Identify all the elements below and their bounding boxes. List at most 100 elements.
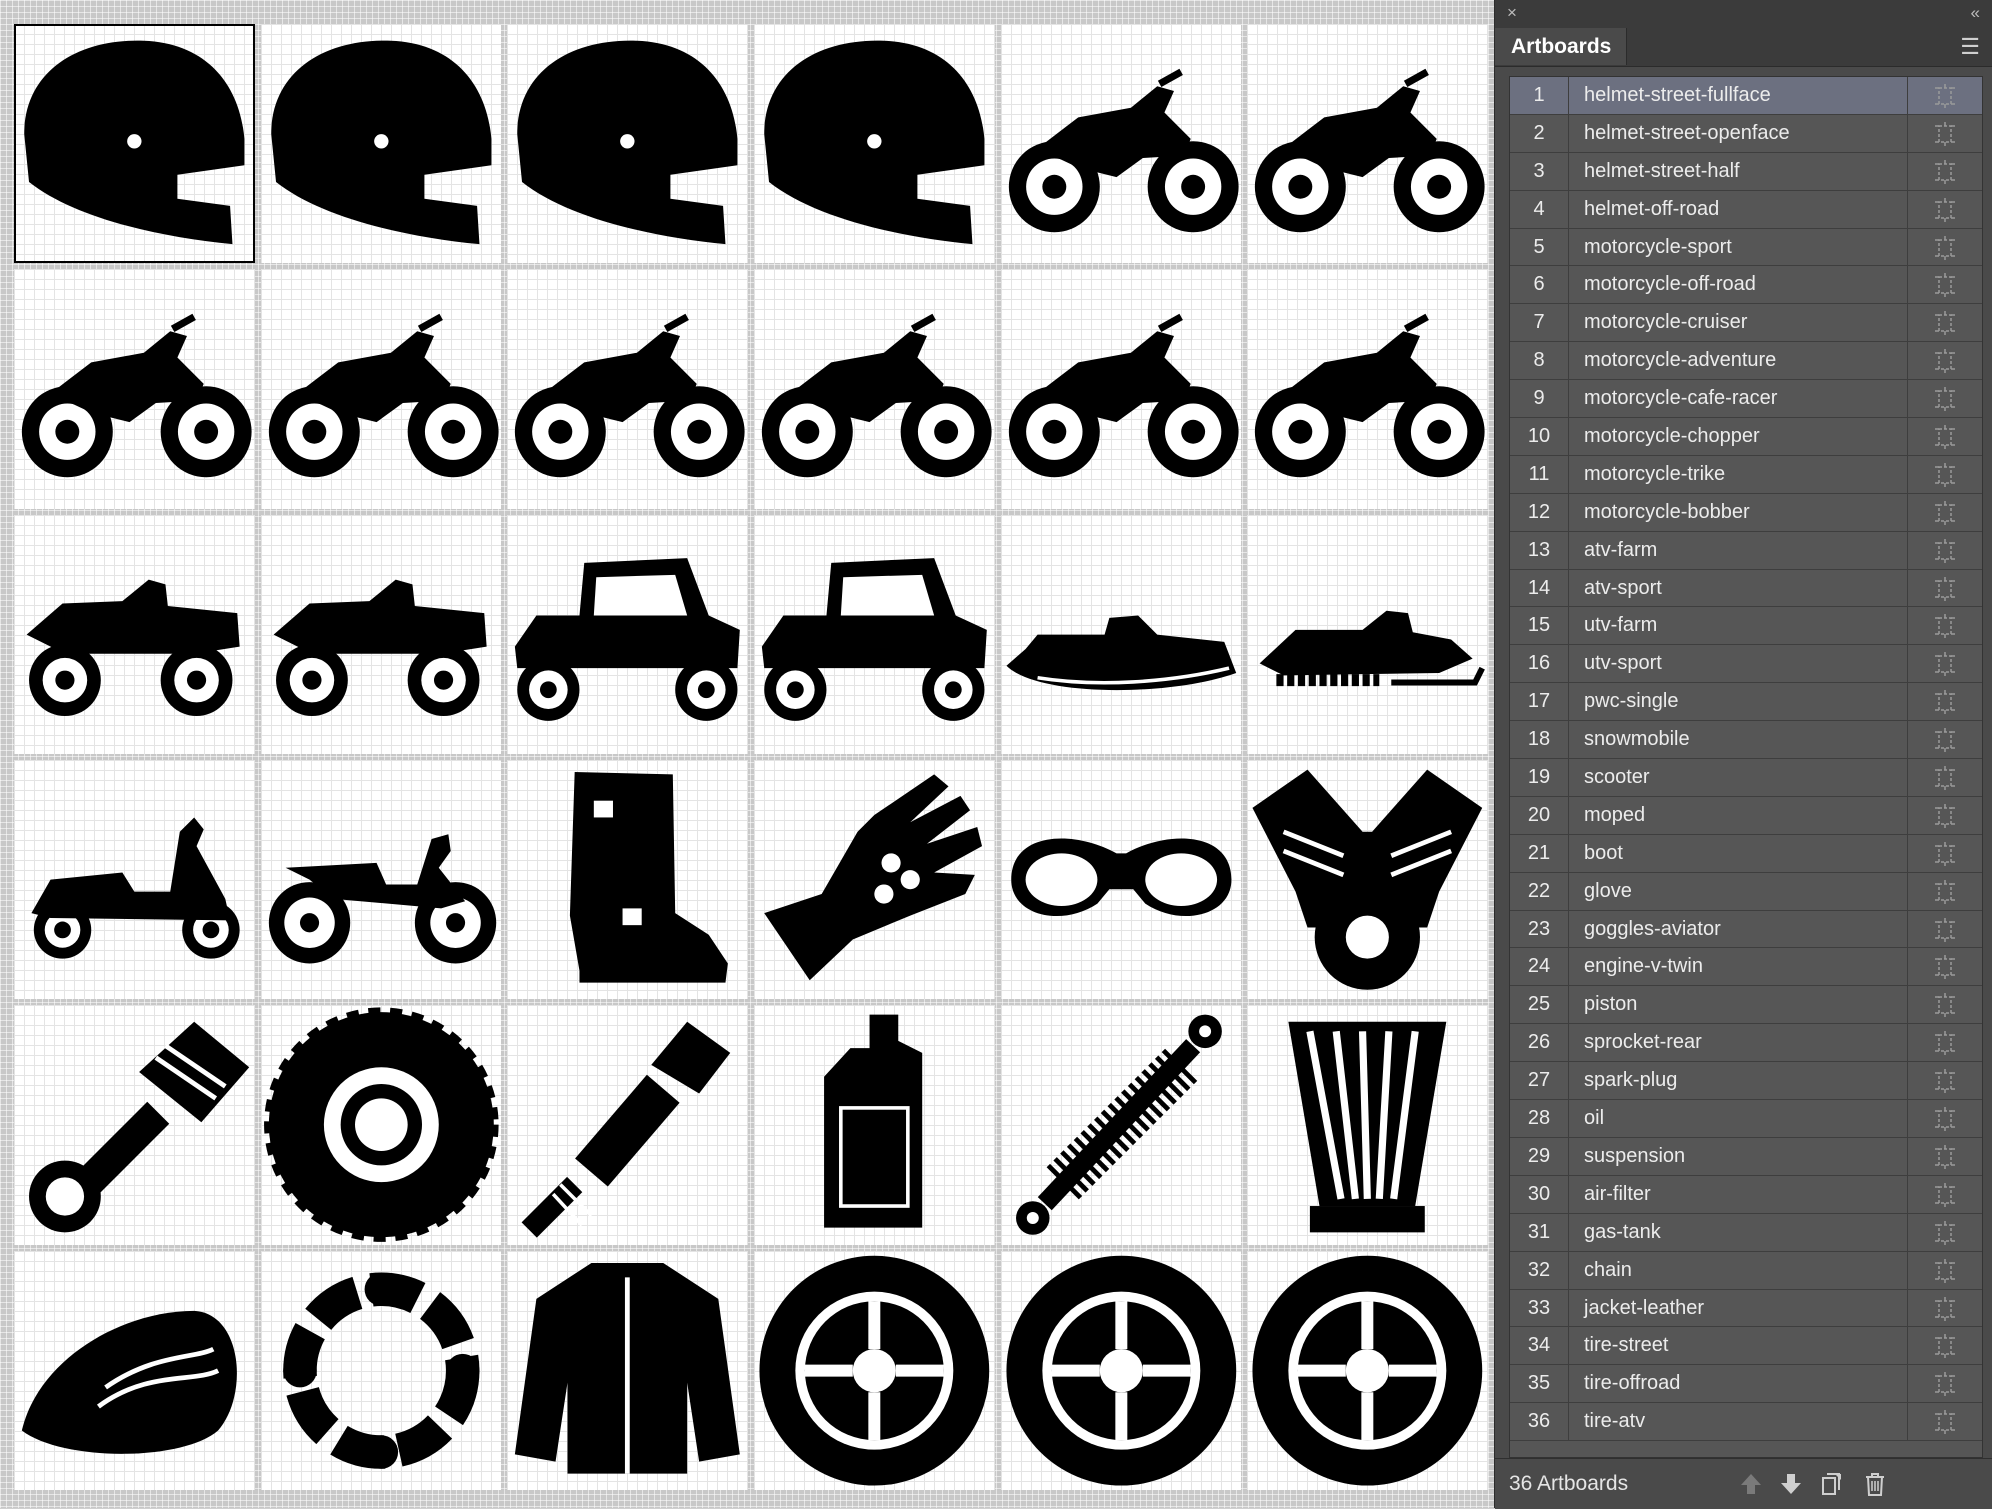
artboard-row[interactable]: 11 motorcycle-trike <box>1510 455 1982 494</box>
artboard-row[interactable]: 7 motorcycle-cruiser <box>1510 304 1982 343</box>
artboard-options-button[interactable] <box>1907 986 1982 1024</box>
artboard-name[interactable]: tire-offroad <box>1584 1365 1680 1402</box>
artboard-tile[interactable] <box>14 1250 255 1490</box>
artboard-options-button[interactable] <box>1907 190 1982 228</box>
artboard-tile[interactable] <box>507 269 748 509</box>
artboard-tile[interactable] <box>754 24 995 264</box>
artboard-name[interactable]: glove <box>1584 873 1632 910</box>
artboard-row[interactable]: 24 engine-v-twin <box>1510 948 1982 987</box>
artboard-row[interactable]: 25 piston <box>1510 986 1982 1025</box>
artboard-options-button[interactable] <box>1907 1251 1982 1289</box>
artboard-row[interactable]: 21 boot <box>1510 834 1982 873</box>
artboard-row[interactable]: 34 tire-street <box>1510 1327 1982 1366</box>
artboard-options-button[interactable] <box>1907 872 1982 910</box>
artboard-tile[interactable] <box>507 1250 748 1490</box>
move-down-button[interactable] <box>1777 1470 1805 1498</box>
artboard-tile[interactable] <box>1000 759 1242 1000</box>
artboard-tile[interactable] <box>754 1250 995 1490</box>
artboard-name[interactable]: helmet-street-half <box>1584 153 1740 190</box>
artboard-options-button[interactable] <box>1907 342 1982 380</box>
artboard-options-button[interactable] <box>1907 1403 1982 1441</box>
artboard-options-button[interactable] <box>1907 77 1982 114</box>
artboard-name[interactable]: motorcycle-cafe-racer <box>1584 380 1777 417</box>
artboard-options-button[interactable] <box>1907 910 1982 948</box>
artboard-tile[interactable] <box>507 1005 748 1245</box>
artboard-row[interactable]: 1 helmet-street-fullface <box>1510 77 1982 115</box>
artboard-tile[interactable] <box>260 269 502 509</box>
artboard-row[interactable]: 4 helmet-off-road <box>1510 190 1982 229</box>
artboard-row[interactable]: 22 glove <box>1510 872 1982 911</box>
artboard-row[interactable]: 28 oil <box>1510 1100 1982 1138</box>
artboard-tile[interactable] <box>507 759 748 1000</box>
artboard-options-button[interactable] <box>1907 759 1982 796</box>
artboard-row[interactable]: 20 moped <box>1510 796 1982 835</box>
artboard-options-button[interactable] <box>1907 948 1982 986</box>
artboard-tile[interactable] <box>14 514 255 754</box>
artboard-name[interactable]: atv-sport <box>1584 570 1662 607</box>
artboard-options-button[interactable] <box>1907 1062 1982 1100</box>
artboard-options-button[interactable] <box>1907 1365 1982 1403</box>
artboard-name[interactable]: chain <box>1584 1252 1632 1289</box>
artboard-row[interactable]: 6 motorcycle-off-road <box>1510 266 1982 305</box>
artboard-name[interactable]: motorcycle-adventure <box>1584 342 1776 379</box>
artboard-row[interactable]: 26 sprocket-rear <box>1510 1024 1982 1063</box>
artboard-name[interactable]: utv-farm <box>1584 607 1657 644</box>
tab-artboards[interactable]: Artboards <box>1495 28 1627 65</box>
artboard-options-button[interactable] <box>1907 493 1982 531</box>
artboard-name[interactable]: goggles-aviator <box>1584 911 1721 948</box>
artboard-tile[interactable] <box>260 1005 502 1245</box>
artboard-options-button[interactable] <box>1907 834 1982 872</box>
artboard-row[interactable]: 31 gas-tank <box>1510 1213 1982 1252</box>
artboard-row[interactable]: 9 motorcycle-cafe-racer <box>1510 380 1982 419</box>
artboard-tile[interactable] <box>507 24 748 264</box>
artboard-tile[interactable] <box>1247 1250 1488 1490</box>
artboard-row[interactable]: 33 jacket-leather <box>1510 1289 1982 1328</box>
artboard-tile[interactable] <box>14 1005 255 1245</box>
artboard-name[interactable]: oil <box>1584 1100 1604 1137</box>
panel-menu-icon[interactable]: ☰ <box>1960 34 1980 60</box>
artboard-name[interactable]: engine-v-twin <box>1584 948 1703 985</box>
artboard-name[interactable]: boot <box>1584 835 1623 872</box>
artboard-options-button[interactable] <box>1907 114 1982 152</box>
artboard-options-button[interactable] <box>1907 569 1982 607</box>
artboard-tile[interactable] <box>507 514 748 754</box>
artboard-row[interactable]: 3 helmet-street-half <box>1510 152 1982 191</box>
artboard-tile[interactable] <box>754 269 995 509</box>
artboard-options-button[interactable] <box>1907 1213 1982 1251</box>
artboard-name[interactable]: motorcycle-bobber <box>1584 494 1750 531</box>
artboard-tile[interactable] <box>1000 269 1242 509</box>
artboard-tile[interactable] <box>1247 1005 1488 1245</box>
artboard-name[interactable]: spark-plug <box>1584 1062 1677 1099</box>
artboard-name[interactable]: pwc-single <box>1584 683 1678 720</box>
artboard-name[interactable]: helmet-street-openface <box>1584 115 1790 152</box>
artboard-row[interactable]: 30 air-filter <box>1510 1175 1982 1214</box>
artboard-list[interactable]: 1 helmet-street-fullface 2 helmet-street-op… <box>1509 76 1983 1458</box>
artboard-row[interactable]: 5 motorcycle-sport <box>1510 228 1982 267</box>
artboard-tile[interactable] <box>754 514 995 754</box>
artboard-name[interactable]: motorcycle-off-road <box>1584 266 1756 303</box>
artboard-name[interactable]: moped <box>1584 797 1645 834</box>
artboard-options-button[interactable] <box>1907 683 1982 721</box>
artboard-row[interactable]: 13 atv-farm <box>1510 531 1982 570</box>
artboard-row[interactable]: 18 snowmobile <box>1510 721 1982 760</box>
artboard-row[interactable]: 8 motorcycle-adventure <box>1510 342 1982 381</box>
artboard-options-button[interactable] <box>1907 152 1982 190</box>
artboard-tile[interactable] <box>14 24 255 264</box>
artboard-options-button[interactable] <box>1907 1024 1982 1062</box>
artboard-tile[interactable] <box>260 514 502 754</box>
artboard-options-button[interactable] <box>1907 1175 1982 1213</box>
artboard-row[interactable]: 16 utv-sport <box>1510 645 1982 684</box>
artboard-name[interactable]: piston <box>1584 986 1637 1023</box>
artboard-name[interactable]: motorcycle-trike <box>1584 456 1725 493</box>
artboard-name[interactable]: tire-street <box>1584 1327 1668 1364</box>
artboard-options-button[interactable] <box>1907 796 1982 834</box>
close-icon[interactable]: × <box>1507 4 1517 22</box>
artboard-name[interactable]: tire-atv <box>1584 1403 1645 1440</box>
artboard-row[interactable]: 2 helmet-street-openface <box>1510 114 1982 153</box>
artboard-tile[interactable] <box>1000 1250 1242 1490</box>
artboard-tile[interactable] <box>1247 269 1488 509</box>
artboard-name[interactable]: atv-farm <box>1584 532 1657 569</box>
artboard-row[interactable]: 32 chain <box>1510 1251 1982 1290</box>
artboard-row[interactable]: 36 tire-atv <box>1510 1403 1982 1442</box>
artboard-options-button[interactable] <box>1907 1327 1982 1365</box>
